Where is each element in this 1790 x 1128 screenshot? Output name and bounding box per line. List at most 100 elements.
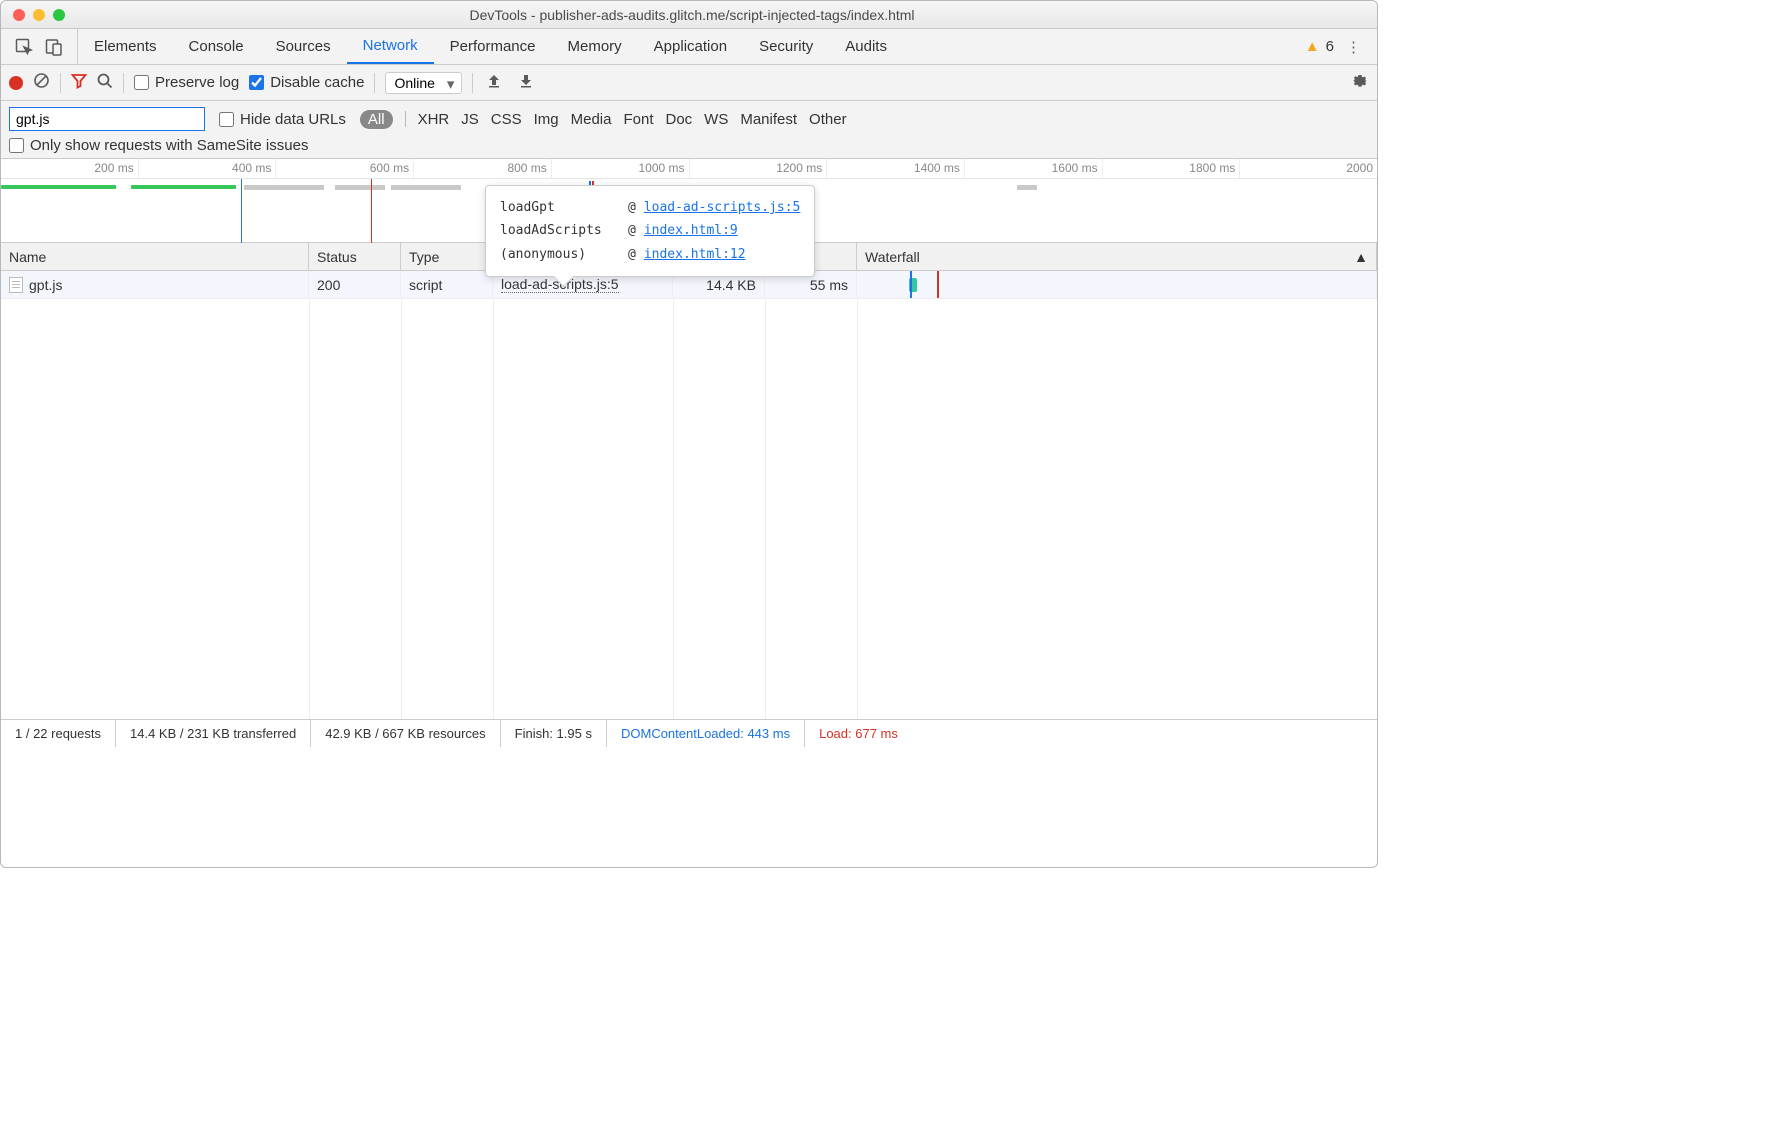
preserve-log-label: Preserve log — [155, 74, 239, 91]
hide-data-urls-label: Hide data URLs — [240, 111, 346, 128]
timeline-bar — [244, 185, 324, 190]
filter-img[interactable]: Img — [534, 111, 559, 128]
tab-network[interactable]: Network — [347, 29, 434, 64]
timeline-tick: 600 ms — [275, 159, 413, 178]
tab-memory[interactable]: Memory — [552, 29, 638, 64]
network-toolbar: Preserve log Disable cache Online — [1, 65, 1377, 101]
col-name[interactable]: Name — [1, 243, 309, 270]
main-tabbar: Elements Console Sources Network Perform… — [1, 29, 1377, 65]
samesite-checkbox[interactable]: Only show requests with SameSite issues — [9, 137, 308, 154]
upload-har-icon[interactable] — [483, 74, 505, 92]
filter-media[interactable]: Media — [571, 111, 612, 128]
timeline-tick: 800 ms — [413, 159, 551, 178]
tab-security[interactable]: Security — [743, 29, 829, 64]
preserve-log-checkbox[interactable]: Preserve log — [134, 74, 239, 91]
col-status[interactable]: Status — [309, 243, 401, 270]
col-divider — [857, 299, 858, 719]
stack-at: @ — [628, 196, 636, 219]
stack-link[interactable]: index.html:9 — [644, 219, 738, 242]
timeline-tick: 2000 — [1239, 159, 1377, 178]
tab-audits[interactable]: Audits — [829, 29, 903, 64]
samesite-label: Only show requests with SameSite issues — [30, 137, 308, 154]
filter-xhr[interactable]: XHR — [418, 111, 450, 128]
waterfall-load-line — [937, 271, 939, 298]
separator — [123, 73, 124, 93]
stack-fn: loadAdScripts — [500, 219, 620, 242]
disable-cache-checkbox[interactable]: Disable cache — [249, 74, 364, 91]
record-button[interactable] — [9, 76, 23, 90]
load-line — [371, 179, 372, 243]
timeline-bar — [1017, 185, 1037, 190]
warning-count[interactable]: 6 — [1326, 38, 1334, 55]
window-title: DevTools - publisher-ads-audits.glitch.m… — [77, 7, 1307, 23]
timeline-tick: 400 ms — [138, 159, 276, 178]
col-divider — [765, 299, 766, 719]
filter-js[interactable]: JS — [461, 111, 479, 128]
tab-sources[interactable]: Sources — [260, 29, 347, 64]
tab-performance[interactable]: Performance — [434, 29, 552, 64]
type-filter-group: All XHR JS CSS Img Media Font Doc WS Man… — [360, 110, 847, 129]
separator — [374, 73, 375, 93]
separator — [60, 73, 61, 93]
timeline-bar — [391, 185, 461, 190]
filter-other[interactable]: Other — [809, 111, 847, 128]
filter-icon[interactable] — [71, 73, 87, 93]
stack-link[interactable]: load-ad-scripts.js:5 — [644, 196, 801, 219]
zoom-window-button[interactable] — [53, 9, 65, 21]
filter-all[interactable]: All — [360, 110, 393, 129]
settings-icon[interactable] — [1351, 72, 1369, 94]
request-waterfall — [857, 271, 1377, 298]
sort-asc-icon: ▲ — [1354, 249, 1368, 265]
dcl-line — [241, 179, 242, 243]
filter-css[interactable]: CSS — [491, 111, 522, 128]
warning-icon[interactable]: ▲ — [1305, 38, 1320, 55]
status-dcl: DOMContentLoaded: 443 ms — [607, 720, 805, 747]
disable-cache-label: Disable cache — [270, 74, 364, 91]
timeline-tick: 1200 ms — [689, 159, 827, 178]
hide-data-urls-checkbox[interactable]: Hide data URLs — [219, 111, 346, 128]
filter-input[interactable] — [9, 107, 205, 131]
col-divider — [493, 299, 494, 719]
status-finish: Finish: 1.95 s — [501, 720, 607, 747]
filter-manifest[interactable]: Manifest — [740, 111, 797, 128]
timeline-tick: 1600 ms — [964, 159, 1102, 178]
filter-doc[interactable]: Doc — [665, 111, 692, 128]
more-menu-icon[interactable]: ⋮ — [1340, 38, 1367, 56]
filter-bar: Hide data URLs All XHR JS CSS Img Media … — [1, 101, 1377, 159]
col-waterfall-label: Waterfall — [865, 249, 920, 265]
tab-console[interactable]: Console — [173, 29, 260, 64]
minimize-window-button[interactable] — [33, 9, 45, 21]
waterfall-dcl-line — [910, 271, 912, 298]
stack-at: @ — [628, 219, 636, 242]
stack-at: @ — [628, 243, 636, 266]
download-har-icon[interactable] — [515, 74, 537, 92]
stack-fn: (anonymous) — [500, 243, 620, 266]
close-window-button[interactable] — [13, 9, 25, 21]
col-divider — [309, 299, 310, 719]
status-resources: 42.9 KB / 667 KB resources — [311, 720, 500, 747]
timeline-tick: 200 ms — [1, 159, 138, 178]
timeline-tick: 1800 ms — [1102, 159, 1240, 178]
col-type[interactable]: Type — [401, 243, 493, 270]
search-icon[interactable] — [97, 73, 113, 93]
status-bar: 1 / 22 requests 14.4 KB / 231 KB transfe… — [1, 719, 1377, 747]
clear-button[interactable] — [33, 72, 50, 93]
tab-application[interactable]: Application — [638, 29, 743, 64]
tab-elements[interactable]: Elements — [78, 29, 173, 64]
inspect-element-icon[interactable] — [9, 32, 39, 62]
initiator-tooltip: loadGpt@load-ad-scripts.js:5 loadAdScrip… — [485, 185, 815, 277]
status-transferred: 14.4 KB / 231 KB transferred — [116, 720, 311, 747]
status-requests: 1 / 22 requests — [1, 720, 116, 747]
stack-link[interactable]: index.html:12 — [644, 243, 746, 266]
window-titlebar: DevTools - publisher-ads-audits.glitch.m… — [1, 1, 1377, 29]
device-toggle-icon[interactable] — [39, 32, 69, 62]
throttle-select[interactable]: Online — [385, 72, 462, 94]
status-load: Load: 677 ms — [805, 720, 912, 747]
separator — [405, 111, 406, 127]
separator — [472, 73, 473, 93]
filter-ws[interactable]: WS — [704, 111, 728, 128]
col-waterfall[interactable]: Waterfall ▲ — [857, 243, 1377, 270]
col-divider — [401, 299, 402, 719]
filter-font[interactable]: Font — [623, 111, 653, 128]
timeline-segment — [131, 185, 236, 189]
